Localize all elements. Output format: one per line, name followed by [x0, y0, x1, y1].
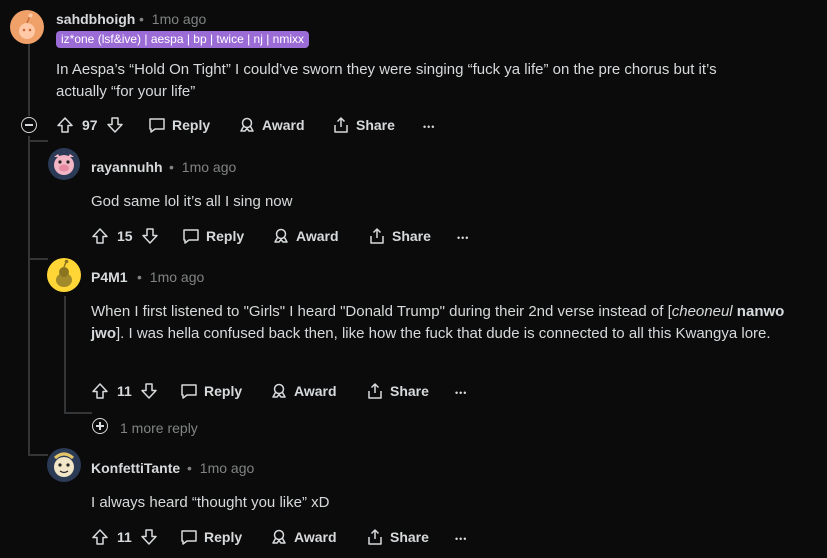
reply-label: Reply	[204, 529, 243, 545]
award-button[interactable]: Award	[272, 225, 339, 247]
more-options-button[interactable]: •••	[455, 534, 467, 544]
upvote-arrow-icon	[92, 529, 108, 545]
chat-bubble-icon	[181, 530, 197, 545]
vote-count: 97	[82, 117, 98, 133]
share-button[interactable]: Share	[332, 114, 395, 136]
chat-bubble-icon	[149, 118, 165, 133]
thread-line-p4m1	[64, 296, 66, 414]
expand-replies-icon[interactable]	[92, 418, 108, 434]
share-icon	[368, 383, 382, 399]
snoo-avatar-icon	[54, 452, 74, 477]
reply-button[interactable]: Reply	[182, 225, 244, 247]
comment-timestamp: • 1mo ago	[137, 269, 204, 285]
vote-count: 11	[117, 529, 132, 545]
comment-timestamp: • 1mo ago	[187, 460, 254, 476]
share-icon	[368, 529, 382, 545]
downvote-arrow-icon[interactable]	[106, 116, 124, 134]
award-label: Award	[262, 117, 305, 133]
reply-button[interactable]: Reply	[180, 526, 242, 548]
downvote-arrow-icon[interactable]	[141, 227, 159, 245]
downvote-arrow-icon[interactable]	[140, 528, 158, 546]
award-label: Award	[294, 383, 337, 399]
reply-button[interactable]: Reply	[180, 380, 242, 402]
time-text: 1mo ago	[199, 460, 255, 476]
reply-label: Reply	[172, 117, 211, 133]
award-label: Award	[294, 529, 337, 545]
comment-author[interactable]: KonfettiTante	[91, 460, 180, 476]
more-replies-link[interactable]: 1 more reply	[120, 420, 198, 436]
snoo-avatar-icon	[56, 259, 72, 287]
avatar[interactable]	[47, 448, 81, 482]
comment-author[interactable]: sahdbhoigh	[56, 11, 135, 27]
share-button[interactable]: Share	[368, 225, 431, 247]
thread-branch-more	[64, 412, 92, 414]
more-options-button[interactable]: •••	[455, 388, 467, 398]
body-text-italic: cheoneul	[671, 303, 733, 320]
upvote-button[interactable]: 11	[91, 526, 158, 548]
downvote-arrow-icon[interactable]	[140, 382, 158, 400]
more-options-button[interactable]: •••	[423, 122, 435, 132]
snoo-avatar-icon	[19, 13, 35, 39]
more-options-button[interactable]: •••	[457, 233, 469, 243]
body-text-part: When I first listened to "Girls" I heard…	[91, 303, 672, 320]
share-label: Share	[356, 117, 395, 133]
award-button[interactable]: Award	[238, 114, 305, 136]
comment-timestamp: • 1mo ago	[169, 159, 236, 175]
avatar[interactable]	[10, 10, 44, 44]
snoo-avatar-icon	[54, 154, 74, 175]
chat-bubble-icon	[181, 384, 197, 399]
comment-body: In Aespa’s “Hold On Tight” I could’ve sw…	[56, 61, 717, 100]
upvote-button[interactable]: 97	[56, 114, 124, 136]
comment-body: I always heard “thought you like” xD	[91, 494, 330, 511]
share-button[interactable]: Share	[366, 526, 429, 548]
share-label: Share	[390, 529, 429, 545]
comment-body: When I first listened to "Girls" I heard…	[91, 301, 806, 345]
avatar[interactable]	[48, 148, 80, 180]
separator-dot: •	[169, 159, 174, 175]
user-flair: iz*one (lsf&ive) | aespa | bp | twice | …	[56, 31, 310, 48]
award-icon	[272, 383, 286, 398]
separator-dot: •	[187, 460, 192, 476]
reply-button[interactable]: Reply	[148, 114, 210, 136]
comment-author[interactable]: P4M1	[91, 269, 128, 285]
vote-count: 15	[117, 228, 133, 244]
upvote-button[interactable]: 15	[91, 225, 159, 247]
vote-count: 11	[117, 383, 132, 399]
share-icon	[334, 117, 348, 133]
time-text: 1mo ago	[151, 11, 207, 27]
thread-branch-1	[28, 140, 48, 142]
time-text: 1mo ago	[181, 159, 237, 175]
award-button[interactable]: Award	[270, 526, 337, 548]
share-icon	[370, 228, 384, 244]
separator-dot: •	[137, 269, 142, 285]
award-icon	[272, 529, 286, 544]
thread-line-main	[28, 44, 30, 116]
thread-branch-2	[28, 258, 48, 260]
upvote-button[interactable]: 11	[91, 380, 158, 402]
avatar[interactable]	[47, 258, 81, 292]
comment-timestamp: • 1mo ago	[139, 11, 206, 27]
award-icon	[240, 117, 254, 132]
time-text: 1mo ago	[149, 269, 205, 285]
upvote-arrow-icon	[57, 117, 73, 133]
share-label: Share	[392, 228, 431, 244]
share-button[interactable]: Share	[366, 380, 429, 402]
comment-author[interactable]: rayannuhh	[91, 159, 163, 175]
share-label: Share	[390, 383, 429, 399]
chat-bubble-icon	[183, 229, 199, 244]
thread-branch-3	[28, 454, 48, 456]
collapse-thread-button[interactable]	[21, 117, 37, 133]
award-label: Award	[296, 228, 339, 244]
reply-label: Reply	[204, 383, 243, 399]
body-text-part: ]. I was hella confused back then, like …	[116, 325, 771, 342]
upvote-arrow-icon	[92, 383, 108, 399]
reply-label: Reply	[206, 228, 245, 244]
upvote-arrow-icon	[92, 228, 108, 244]
thread-line-main-lower	[28, 136, 30, 454]
comment-body: God same lol it’s all I sing now	[91, 193, 293, 210]
separator-dot: •	[139, 11, 144, 27]
award-button[interactable]: Award	[270, 380, 337, 402]
award-icon	[274, 228, 288, 243]
